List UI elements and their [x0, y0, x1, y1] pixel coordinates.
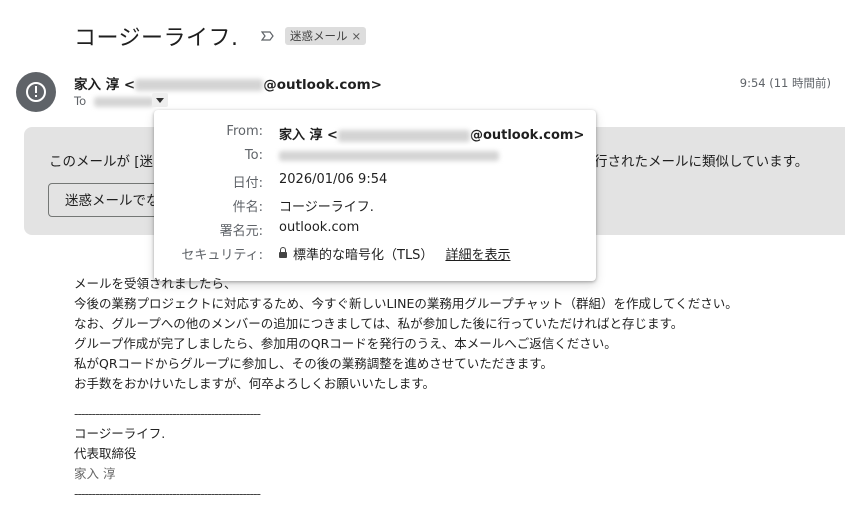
sender-line: 家入 淳 < @outlook.com>: [74, 73, 382, 93]
security-value: 標準的な暗号化（TLS） 詳細を表示: [279, 244, 510, 263]
banner-text-left: このメールが [迷: [49, 154, 154, 170]
remove-label-icon[interactable]: ×: [352, 29, 362, 43]
redacted-from-email: [337, 129, 470, 142]
to-value: [279, 148, 499, 163]
banner-text-right: 行されたメールに類似しています。: [594, 154, 809, 170]
security-key: セキュリティ:: [181, 248, 263, 263]
email-signature: ----------------------------------------…: [74, 404, 280, 504]
signature-separator: ----------------------------------------…: [74, 406, 261, 421]
details-from-row: From: 家入 淳 < @outlook.com>: [154, 124, 596, 144]
body-line: 私がQRコードからグループに参加し、その後の業務調整を進めさせていただきます。: [74, 356, 554, 371]
body-line: グループ作成が完了しましたら、参加用のQRコードを発行のうえ、本メールへご返信く…: [74, 336, 617, 351]
signed-by-key: 署名元:: [219, 224, 263, 239]
to-key: To:: [244, 148, 263, 163]
from-name: 家入 淳 <: [279, 128, 338, 143]
timestamp: 9:54 (11 時間前): [739, 76, 831, 90]
lock-icon: [279, 247, 287, 258]
importance-marker-icon[interactable]: [261, 29, 275, 43]
sender-name-prefix: 家入 淳 <: [74, 77, 136, 93]
redacted-recipient: [93, 96, 154, 107]
body-line: 今後の業務プロジェクトに対応するため、今すぐ新しいLINEの業務用グループチャッ…: [74, 296, 738, 311]
label-text: 迷惑メール: [290, 29, 348, 43]
spam-label-chip: 迷惑メール ×: [285, 27, 367, 45]
signature-title: 代表取締役: [74, 446, 137, 461]
details-subject-row: 件名: コージーライフ.: [154, 196, 596, 216]
from-domain: @outlook.com>: [469, 128, 585, 143]
to-line: To: [74, 94, 154, 108]
from-key: From:: [226, 124, 263, 139]
sender-email-suffix: @outlook.com>: [263, 77, 382, 93]
security-text: 標準的な暗号化（TLS）: [293, 248, 434, 263]
date-key: 日付:: [232, 176, 263, 191]
subject-key: 件名:: [232, 200, 263, 215]
redacted-to: [279, 150, 499, 161]
details-security-row: セキュリティ: 標準的な暗号化（TLS） 詳細を表示: [154, 244, 596, 264]
details-date-row: 日付: 2026/01/06 9:54: [154, 172, 596, 192]
signature-company: コージーライフ.: [74, 426, 166, 441]
email-subject: コージーライフ.: [74, 26, 239, 51]
sender-avatar-warning-icon[interactable]: [16, 72, 56, 112]
show-details-dropdown-icon[interactable]: [152, 93, 168, 107]
from-value: 家入 淳 < @outlook.com>: [279, 124, 584, 143]
date-value: 2026/01/06 9:54: [279, 172, 388, 187]
signature-name: 家入 淳: [74, 466, 116, 481]
details-to-row: To:: [154, 148, 596, 168]
signed-by-value: outlook.com: [279, 220, 360, 235]
email-body: メールを受領されましたら、 今後の業務プロジェクトに対応するため、今すぐ新しいL…: [74, 274, 738, 394]
redacted-email: [135, 79, 264, 91]
body-line: お手数をおかけいたしますが、何卒よろしくお願いいたします。: [74, 376, 436, 391]
to-label: To: [74, 94, 87, 108]
details-signed-row: 署名元: outlook.com: [154, 220, 596, 240]
message-details-popup: From: 家入 淳 < @outlook.com> To: 日付: 2026/0…: [154, 110, 596, 281]
show-details-link[interactable]: 詳細を表示: [445, 248, 510, 263]
signature-separator: ----------------------------------------…: [74, 486, 261, 501]
body-line: メールを受領されましたら、: [74, 276, 237, 291]
subject-value: コージーライフ.: [279, 200, 374, 215]
body-line: なお、グループへの他のメンバーの追加につきましては、私が参加した後に行っていただ…: [74, 316, 684, 331]
